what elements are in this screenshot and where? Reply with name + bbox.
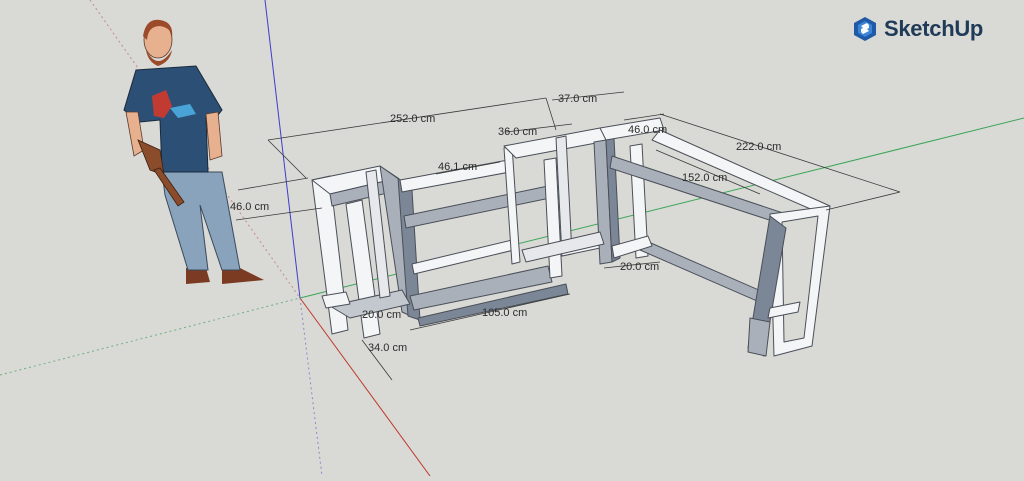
blue-axis-dotted — [299, 297, 323, 477]
dim-left-depth: 46.0 cm — [230, 201, 269, 213]
dim-bottom-depth: 34.0 cm — [368, 342, 407, 354]
dim-depth-top: 37.0 cm — [558, 93, 597, 105]
brand-logo: SketchUp — [852, 16, 983, 42]
dim-depth-right: 46.0 cm — [628, 124, 667, 136]
dim-right-inner: 152.0 cm — [682, 172, 727, 184]
green-axis-dotted — [0, 297, 301, 376]
blue-axis — [264, 0, 301, 299]
dim-total-width: 252.0 cm — [390, 113, 435, 125]
dim-depth-mid: 36.0 cm — [498, 126, 537, 138]
dim-bottom-span: 105.0 cm — [482, 307, 527, 319]
dim-right-small: 20.0 cm — [620, 261, 659, 273]
sketchup-logo-icon — [854, 17, 876, 41]
model-canvas[interactable]: 252.0 cm 37.0 cm 36.0 cm 46.0 cm 222.0 c… — [0, 0, 1024, 477]
dim-right-length: 222.0 cm — [736, 141, 781, 153]
sketchup-viewport[interactable]: 252.0 cm 37.0 cm 36.0 cm 46.0 cm 222.0 c… — [0, 0, 1024, 477]
brand-name: SketchUp — [884, 16, 984, 41]
dim-inner-span: 46.1 cm — [438, 161, 477, 173]
dim-bottom-small: 20.0 cm — [362, 309, 401, 321]
person-figure — [123, 19, 264, 284]
